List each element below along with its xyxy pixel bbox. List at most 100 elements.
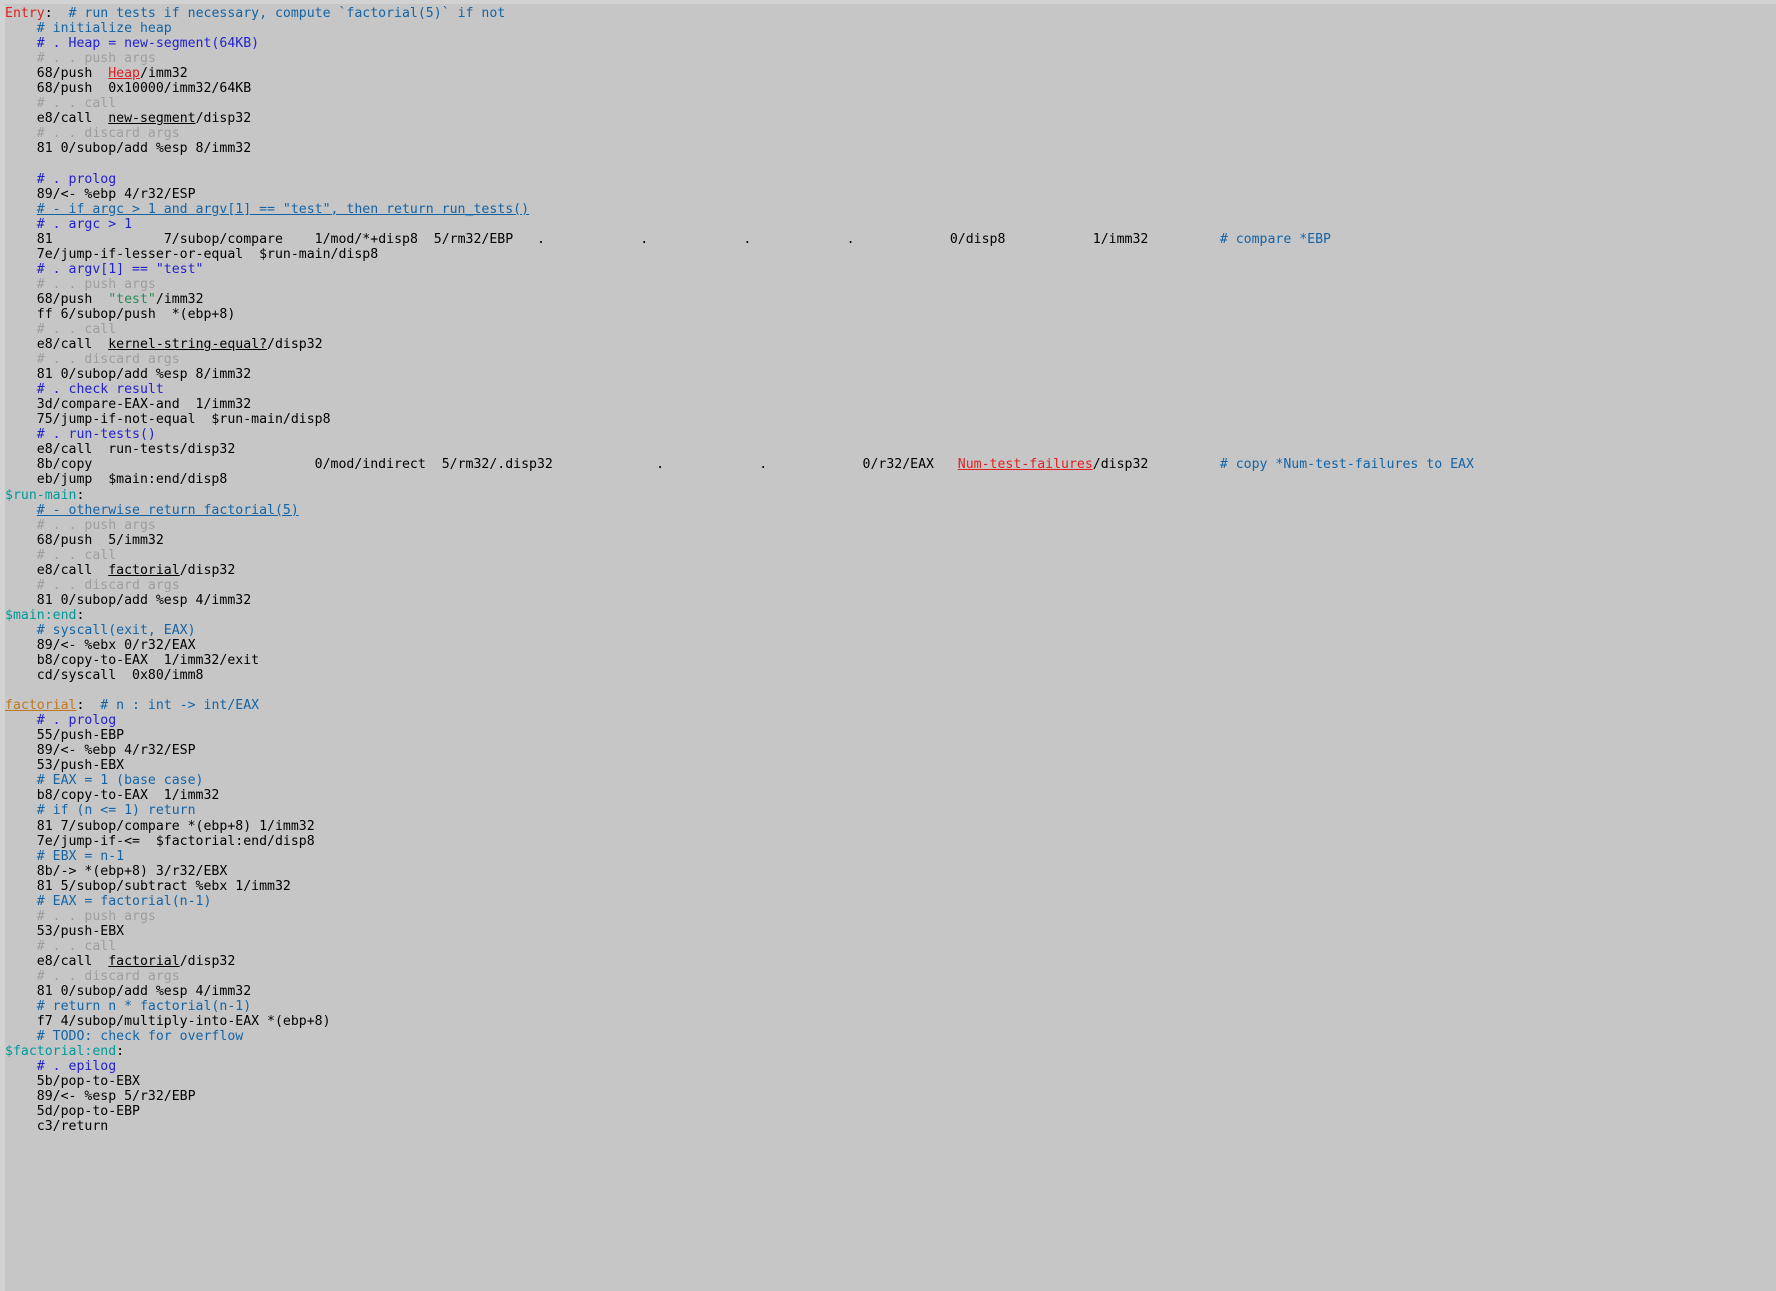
code-line[interactable]: 5d/pop-to-EBP <box>5 1104 1776 1119</box>
code-line[interactable]: # . . call <box>5 322 1776 337</box>
code-token-comment: # EAX = 1 (base case) <box>36 773 204 789</box>
code-line[interactable]: # . . call <box>5 939 1776 954</box>
code-line[interactable]: # . prolog <box>5 713 1776 728</box>
code-token-faint: # . . call <box>36 547 117 563</box>
code-token-plain: 5b/pop-to-EBX <box>36 1074 140 1090</box>
code-line[interactable]: 75/jump-if-not-equal $run-main/disp8 <box>5 412 1776 427</box>
code-line[interactable]: e8/call factorial/disp32 <box>5 954 1776 969</box>
code-line[interactable]: 81 7/subop/compare 1/mod/*+disp8 5/rm32/… <box>5 232 1776 247</box>
code-line[interactable]: 55/push-EBP <box>5 728 1776 743</box>
code-line[interactable]: # initialize heap <box>5 21 1776 36</box>
code-token-plain: : <box>116 1044 125 1060</box>
code-line[interactable]: 68/push Heap/imm32 <box>5 66 1776 81</box>
code-line[interactable]: 68/push 5/imm32 <box>5 533 1776 548</box>
code-line[interactable]: # . run-tests() <box>5 427 1776 442</box>
code-token-ref: kernel-string-equal? <box>108 337 268 353</box>
code-line[interactable]: # . . push args <box>5 51 1776 66</box>
code-line[interactable]: b8/copy-to-EAX 1/imm32 <box>5 788 1776 803</box>
code-line[interactable]: $main:end: <box>5 608 1776 623</box>
code-line[interactable]: # . . discard args <box>5 126 1776 141</box>
code-line[interactable]: # EBX = n-1 <box>5 849 1776 864</box>
code-line[interactable]: e8/call new-segment/disp32 <box>5 111 1776 126</box>
code-line[interactable]: # . prolog <box>5 172 1776 187</box>
code-line[interactable]: 53/push-EBX <box>5 758 1776 773</box>
code-line[interactable]: 68/push "test"/imm32 <box>5 292 1776 307</box>
code-line[interactable]: 81 5/subop/subtract %ebx 1/imm32 <box>5 879 1776 894</box>
code-line[interactable]: 7e/jump-if-<= $factorial:end/disp8 <box>5 834 1776 849</box>
code-line[interactable]: # TODO: check for overflow <box>5 1029 1776 1044</box>
code-line[interactable]: 81 0/subop/add %esp 8/imm32 <box>5 141 1776 156</box>
code-line[interactable]: # . epilog <box>5 1059 1776 1074</box>
code-line[interactable]: 89/<- %ebp 4/r32/ESP <box>5 743 1776 758</box>
code-line[interactable]: # if (n <= 1) return <box>5 803 1776 818</box>
code-line[interactable]: 89/<- %ebp 4/r32/ESP <box>5 187 1776 202</box>
code-token-plain: 81 0/subop/add %esp 8/imm32 <box>36 367 252 383</box>
code-line[interactable]: # . check result <box>5 382 1776 397</box>
code-token-comment: # syscall(exit, EAX) <box>36 622 196 638</box>
code-token-plain: 7e/jump-if-<= $factorial:end/disp8 <box>36 833 315 849</box>
code-line[interactable]: # EAX = 1 (base case) <box>5 773 1776 788</box>
code-line[interactable]: Entry: # run tests if necessary, compute… <box>5 6 1776 21</box>
code-line[interactable]: factorial: # n : int -> int/EAX <box>5 698 1776 713</box>
code-token-plain: 89/<- %ebp 4/r32/ESP <box>36 186 196 202</box>
code-token-ref: factorial <box>108 562 180 578</box>
code-line[interactable]: 81 0/subop/add %esp 8/imm32 <box>5 367 1776 382</box>
code-token-plain: : <box>44 6 69 21</box>
code-line[interactable]: e8/call factorial/disp32 <box>5 563 1776 578</box>
code-line[interactable]: cd/syscall 0x80/imm8 <box>5 668 1776 683</box>
code-line[interactable]: 81 0/subop/add %esp 4/imm32 <box>5 593 1776 608</box>
code-line-blank[interactable] <box>5 683 1776 698</box>
code-line[interactable]: 8b/-> *(ebp+8) 3/r32/EBX <box>5 864 1776 879</box>
code-line[interactable]: 89/<- %esp 5/r32/EBP <box>5 1089 1776 1104</box>
code-line[interactable]: 81 7/subop/compare *(ebp+8) 1/imm32 <box>5 819 1776 834</box>
code-line[interactable]: 53/push-EBX <box>5 924 1776 939</box>
code-line[interactable]: # . argv[1] == "test" <box>5 262 1776 277</box>
code-line[interactable]: # . . discard args <box>5 969 1776 984</box>
code-token-faint: # . . push args <box>36 517 156 533</box>
code-line[interactable]: # . . discard args <box>5 578 1776 593</box>
code-line[interactable]: # . Heap = new-segment(64KB) <box>5 36 1776 51</box>
code-token-plain: 81 <box>36 231 164 247</box>
code-line[interactable]: # . . call <box>5 548 1776 563</box>
code-line[interactable]: $factorial:end: <box>5 1044 1776 1059</box>
code-line[interactable]: # . . push args <box>5 518 1776 533</box>
code-line-blank[interactable] <box>5 156 1776 171</box>
code-token-plain: 0/disp8 <box>949 231 1093 247</box>
code-line[interactable]: 5b/pop-to-EBX <box>5 1074 1776 1089</box>
code-line[interactable]: # syscall(exit, EAX) <box>5 623 1776 638</box>
code-line[interactable]: # . . call <box>5 96 1776 111</box>
code-line[interactable]: 7e/jump-if-lesser-or-equal $run-main/dis… <box>5 247 1776 262</box>
code-line[interactable]: eb/jump $main:end/disp8 <box>5 472 1776 487</box>
code-line[interactable]: b8/copy-to-EAX 1/imm32/exit <box>5 653 1776 668</box>
code-line[interactable]: e8/call run-tests/disp32 <box>5 442 1776 457</box>
code-line[interactable]: 68/push 0x10000/imm32/64KB <box>5 81 1776 96</box>
code-line[interactable]: e8/call kernel-string-equal?/disp32 <box>5 337 1776 352</box>
code-line[interactable]: $run-main: <box>5 488 1776 503</box>
code-line[interactable]: # . . push args <box>5 277 1776 292</box>
code-line[interactable]: 81 0/subop/add %esp 4/imm32 <box>5 984 1776 999</box>
code-line[interactable]: ff 6/subop/push *(ebp+8) <box>5 307 1776 322</box>
code-line[interactable]: c3/return <box>5 1119 1776 1134</box>
code-surface[interactable]: Entry: # run tests if necessary, compute… <box>5 4 1776 1135</box>
code-line[interactable]: # - otherwise return factorial(5) <box>5 503 1776 518</box>
code-line[interactable]: 89/<- %ebx 0/r32/EAX <box>5 638 1776 653</box>
code-line[interactable]: # return n * factorial(n-1) <box>5 999 1776 1014</box>
code-line[interactable]: f7 4/subop/multiply-into-EAX *(ebp+8) <box>5 1014 1776 1029</box>
code-line[interactable]: 3d/compare-EAX-and 1/imm32 <box>5 397 1776 412</box>
code-line[interactable]: # . . discard args <box>5 352 1776 367</box>
code-line[interactable]: # EAX = factorial(n-1) <box>5 894 1776 909</box>
code-line[interactable]: # . . push args <box>5 909 1776 924</box>
code-token-plain: . <box>846 231 950 247</box>
code-line[interactable]: 8b/copy 0/mod/indirect 5/rm32/.disp32 . … <box>5 457 1776 472</box>
code-line[interactable]: # . argc > 1 <box>5 217 1776 232</box>
code-line[interactable]: # - if argc > 1 and argv[1] == "test", t… <box>5 202 1776 217</box>
